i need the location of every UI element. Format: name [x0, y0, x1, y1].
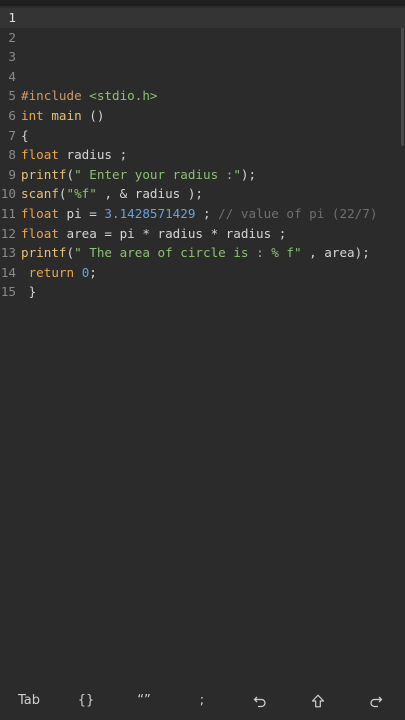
code-editor[interactable]: 1 2 3 4 5 #include <stdio.h> 6 int main () 7{8 fl…	[0, 6, 405, 686]
undo-button[interactable]	[240, 686, 280, 716]
code-line[interactable]: 9 printf(" Enter your radius :");	[0, 165, 405, 185]
line-number: 2	[8, 29, 16, 45]
braces-key-label: {}	[77, 693, 95, 708]
line-number: 13	[0, 245, 16, 261]
code-line[interactable]: 7{	[0, 126, 405, 146]
code-token: (	[66, 245, 75, 261]
code-text: float radius ;	[21, 145, 127, 165]
code-line[interactable]: 1	[0, 8, 405, 28]
code-line[interactable]: 10 scanf("%f" , & radius );	[0, 184, 405, 204]
code-text: return 0;	[21, 263, 97, 283]
code-text: printf(" Enter your radius :");	[21, 165, 256, 185]
code-token: scanf	[21, 186, 59, 202]
undo-icon	[253, 693, 267, 708]
code-line[interactable]: 3	[0, 47, 405, 67]
code-token: , area);	[301, 245, 370, 261]
code-text: int main ()	[21, 106, 104, 126]
code-token: , & radius );	[96, 186, 204, 202]
code-token: {	[21, 127, 29, 143]
code-text: {	[21, 126, 29, 146]
code-token: radius ;	[58, 147, 128, 163]
code-token: <stdio.h>	[89, 88, 158, 104]
line-number: 6	[8, 108, 16, 123]
code-line[interactable]: 5 #include <stdio.h>	[0, 86, 405, 106]
code-token: float	[21, 225, 59, 241]
code-text: printf(" The area of circle is : % f" , …	[21, 243, 370, 263]
code-line[interactable]: 15 }	[0, 282, 405, 302]
code-token: 3.1428571429	[104, 206, 196, 221]
redo-icon	[369, 693, 383, 708]
code-text: #include <stdio.h>	[21, 86, 158, 106]
redo-button[interactable]	[356, 686, 396, 716]
code-token: pi =	[58, 206, 105, 221]
code-token: (	[58, 186, 67, 202]
code-token: area = pi * radius * radius ;	[58, 225, 287, 241]
quotes-key-label: “”	[137, 693, 151, 708]
code-text: float area = pi * radius * radius ;	[21, 224, 286, 244]
code-token: (	[66, 166, 75, 182]
tab-key-button[interactable]: Tab	[8, 686, 50, 716]
tab-key-label: Tab	[17, 693, 40, 708]
line-number: 11	[0, 206, 16, 221]
code-text: float pi = 3.1428571429 ; // value of pi…	[21, 204, 377, 224]
code-line[interactable]: 8 float radius ;	[0, 145, 405, 165]
line-number: 9	[8, 166, 16, 182]
line-number: 8	[8, 147, 16, 163]
semicolon-key-button[interactable]: ;	[182, 686, 222, 716]
braces-key-button[interactable]: {}	[66, 686, 106, 716]
line-number: 14	[0, 264, 16, 280]
code-token: return	[28, 264, 75, 280]
code-token: #include	[21, 88, 82, 104]
line-number: 10	[0, 186, 16, 202]
code-token: ;	[195, 206, 219, 221]
semicolon-key-label: ;	[199, 693, 205, 708]
line-number: 7	[8, 127, 16, 143]
code-token: float	[21, 206, 59, 221]
shift-button[interactable]	[298, 686, 338, 716]
code-token: ;	[89, 264, 97, 280]
code-line[interactable]: 6 int main ()	[0, 106, 405, 126]
code-token: " Enter your radius :"	[74, 166, 241, 182]
code-line[interactable]: 14 return 0;	[0, 263, 405, 283]
code-text: scanf("%f" , & radius );	[21, 184, 203, 204]
code-token: " The area of circle is : % f"	[74, 245, 302, 261]
code-token: main	[51, 108, 82, 123]
code-token: }	[21, 284, 37, 300]
code-token: // value of pi (22/7)	[218, 206, 378, 221]
code-line[interactable]: 2	[0, 28, 405, 48]
code-token: int	[21, 108, 44, 123]
code-token: ()	[81, 108, 105, 123]
code-token: "%f"	[66, 186, 97, 202]
line-number: 15	[0, 284, 16, 300]
code-token: float	[21, 147, 59, 163]
line-number: 3	[8, 49, 16, 65]
code-token: printf	[21, 166, 67, 182]
code-text: }	[21, 282, 37, 302]
code-line[interactable]: 4	[0, 67, 405, 87]
line-number: 4	[8, 68, 16, 84]
line-number: 12	[0, 225, 16, 241]
code-line[interactable]: 13 printf(" The area of circle is : % f" …	[0, 243, 405, 263]
line-number: 1	[8, 10, 16, 25]
shift-arrow-icon	[311, 693, 325, 708]
code-line[interactable]: 11 float pi = 3.1428571429 ; // value of …	[0, 204, 405, 224]
quotes-key-button[interactable]: “”	[124, 686, 164, 716]
code-line[interactable]: 12 float area = pi * radius * radius ;	[0, 224, 405, 244]
line-number: 5	[8, 88, 16, 104]
keyboard-accessory-toolbar: Tab {} “” ;	[0, 686, 405, 720]
code-token: );	[240, 166, 257, 182]
code-token: printf	[21, 245, 67, 261]
